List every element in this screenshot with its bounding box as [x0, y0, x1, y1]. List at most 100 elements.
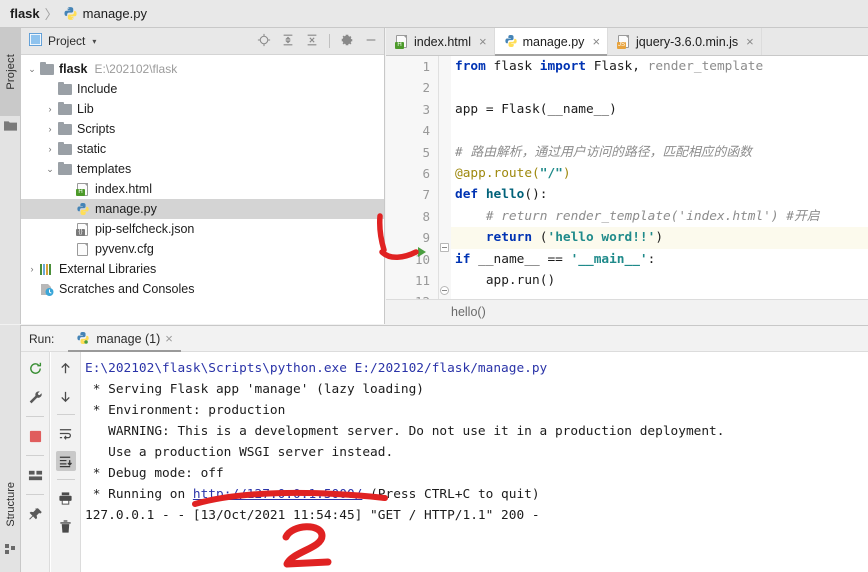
code-token: from: [455, 59, 494, 74]
chevron-right-icon[interactable]: ›: [25, 264, 39, 274]
run-arrow-icon[interactable]: [418, 247, 426, 257]
sidebar-tab-structure[interactable]: Structure: [0, 468, 21, 540]
fold-marker-def[interactable]: [440, 243, 449, 252]
locate-icon[interactable]: [257, 33, 271, 50]
breadcrumb-project-name[interactable]: flask: [10, 6, 40, 21]
hide-panel-icon[interactable]: [364, 33, 378, 50]
line-number: 7: [422, 187, 430, 203]
html-file-icon: H: [75, 182, 91, 196]
print-icon[interactable]: [56, 488, 76, 508]
chevron-right-icon[interactable]: ›: [43, 104, 57, 114]
breadcrumb-separator: 〉: [44, 7, 58, 22]
structure-icon: [5, 544, 16, 558]
tree-item-label: index.html: [95, 182, 152, 196]
expand-all-icon[interactable]: [281, 33, 295, 50]
tree-item-static[interactable]: › static: [21, 139, 384, 159]
arrow-down-icon[interactable]: [56, 386, 76, 406]
rerun-icon[interactable]: [25, 358, 45, 378]
tree-item-label: External Libraries: [59, 262, 157, 276]
tree-item-scripts[interactable]: › Scripts: [21, 119, 384, 139]
editor-breadcrumb-label: hello(): [451, 305, 486, 319]
wrench-settings-icon[interactable]: [25, 387, 45, 407]
folder-icon: [57, 102, 73, 116]
editor-tab-jquery-3-6-0-min-js[interactable]: JS jquery-3.6.0.min.js ×: [608, 28, 762, 55]
folder-icon: [4, 120, 17, 131]
console-line: * Environment: production: [85, 403, 286, 418]
editor-breadcrumb: hello(): [386, 299, 868, 324]
chevron-right-icon[interactable]: ›: [43, 144, 57, 154]
console-output[interactable]: E:\202102\flask\Scripts\python.exe E:/20…: [82, 352, 868, 572]
settings-gear-icon[interactable]: [340, 33, 354, 50]
tree-item-label: pyvenv.cfg: [95, 242, 154, 256]
close-icon[interactable]: ×: [746, 34, 754, 49]
console-line: Use a production WSGI server instead.: [85, 445, 394, 460]
folder-icon: [57, 142, 73, 156]
tree-item-label: Scripts: [77, 122, 116, 136]
python-file-icon: [63, 6, 78, 21]
left-tool-strip-bottom: Structure: [0, 325, 21, 572]
project-window-icon: [29, 33, 42, 49]
console-line: * Serving Flask app 'manage' (lazy loadi…: [85, 382, 424, 397]
code-token: # 路由解析，通过用户访问的路径，匹配相应的函数: [455, 144, 752, 160]
server-url-link[interactable]: http://127.0.0.1:5000/: [193, 487, 363, 502]
toolbar-divider: [26, 455, 44, 456]
code-line: return ('hello word!!'): [451, 227, 868, 249]
line-number: 11: [414, 272, 430, 288]
console-text: (Press CTRL+C to quit): [362, 487, 540, 502]
code-line: if __name__ == '__main__':: [451, 249, 868, 270]
layout-icon[interactable]: [25, 465, 45, 485]
config-file-icon: [75, 242, 91, 256]
arrow-up-icon[interactable]: [56, 358, 76, 378]
run-tab-manage[interactable]: manage (1) ×: [68, 326, 181, 352]
soft-wrap-icon[interactable]: [56, 423, 76, 443]
tree-item-pip-selfcheck-json[interactable]: {} pip-selfcheck.json: [21, 219, 384, 239]
code-line: from flask import Flask, render_template: [451, 56, 868, 77]
folder-icon: [57, 82, 73, 96]
tree-item-manage-py[interactable]: manage.py: [21, 199, 384, 219]
code-line: app.run(): [451, 270, 868, 291]
editor-tab-manage-py[interactable]: manage.py ×: [494, 28, 609, 56]
tree-item-label: pip-selfcheck.json: [95, 222, 195, 236]
project-tree: ⌄ flask E:\202102\flask Include › Lib › Scripts…: [21, 55, 384, 299]
fold-marker-return[interactable]: [440, 286, 449, 295]
project-panel-header: Project ▾: [21, 28, 384, 55]
chevron-down-icon[interactable]: ⌄: [43, 164, 57, 175]
code-folding-column[interactable]: [439, 56, 451, 299]
run-label: Run:: [29, 331, 55, 346]
close-icon[interactable]: ×: [165, 331, 173, 346]
code-token: hello: [485, 187, 525, 203]
tree-item-include[interactable]: Include: [21, 79, 384, 99]
code-line: # return render_template('index.html') #…: [451, 206, 868, 227]
code-token: "/": [539, 165, 563, 181]
breadcrumb-file-name[interactable]: manage.py: [83, 6, 147, 21]
scroll-to-end-icon[interactable]: [55, 451, 76, 471]
code-token: app = Flask(__name__): [455, 101, 617, 117]
chevron-down-icon[interactable]: ▾: [92, 37, 96, 46]
tree-item-templates[interactable]: ⌄ templates: [21, 159, 384, 179]
code-editor[interactable]: 123456789101112 from flask import Flask,…: [386, 56, 868, 299]
sidebar-tab-structure-label: Structure: [4, 481, 17, 527]
pin-icon[interactable]: [25, 504, 45, 524]
line-number: 12: [386, 291, 438, 299]
chevron-right-icon[interactable]: ›: [43, 124, 57, 134]
tree-item-lib[interactable]: › Lib: [21, 99, 384, 119]
tree-item-index-html[interactable]: Hindex.html: [21, 179, 384, 199]
collapse-all-icon[interactable]: [305, 33, 319, 50]
folder-icon: [57, 162, 73, 176]
tree-item-scratches-and-consoles[interactable]: Scratches and Consoles: [21, 279, 384, 299]
tree-item-external-libraries[interactable]: › External Libraries: [21, 259, 384, 279]
close-icon[interactable]: ×: [592, 34, 600, 49]
console-line: WARNING: This is a development server. D…: [85, 424, 725, 439]
tree-item-pyvenv-cfg[interactable]: pyvenv.cfg: [21, 239, 384, 259]
tree-item-flask[interactable]: ⌄ flask E:\202102\flask: [21, 59, 384, 79]
chevron-down-icon[interactable]: ⌄: [25, 64, 39, 75]
trash-icon[interactable]: [56, 516, 76, 536]
code-token: ():: [524, 187, 548, 203]
js-file-icon: JS: [616, 34, 631, 49]
editor-tab-label: index.html: [414, 34, 471, 49]
editor-tab-index-html[interactable]: Hindex.html ×: [386, 28, 495, 55]
sidebar-tab-project[interactable]: Project: [0, 28, 21, 116]
stop-icon[interactable]: [25, 426, 45, 446]
close-icon[interactable]: ×: [479, 34, 487, 49]
